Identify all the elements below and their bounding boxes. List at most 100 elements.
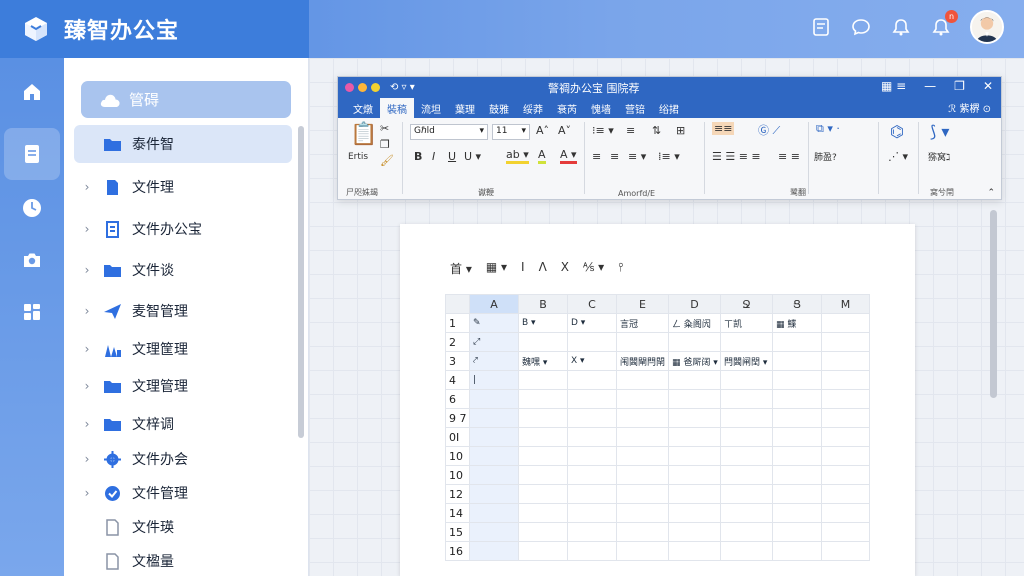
minimize-icon[interactable]: —	[924, 79, 936, 93]
grid-cell[interactable]: ✎	[469, 313, 519, 333]
grid-cell[interactable]	[567, 370, 617, 390]
grid-cell[interactable]	[668, 484, 721, 504]
grid-cell[interactable]	[616, 541, 669, 561]
grid-cell[interactable]	[469, 408, 519, 428]
grid-cell[interactable]	[518, 370, 568, 390]
italic-button[interactable]: I	[432, 150, 435, 163]
designer-icon[interactable]: ⌬	[890, 122, 904, 141]
grid-cell[interactable]	[469, 389, 519, 409]
grid-cell[interactable]	[821, 503, 870, 523]
ribbon-tab[interactable]: 葉理	[448, 98, 482, 118]
grid-cell[interactable]	[469, 541, 519, 561]
row-header[interactable]: 10	[445, 465, 470, 485]
grid-cell[interactable]	[772, 332, 822, 352]
grid-cell[interactable]	[616, 522, 669, 542]
rail-home[interactable]	[0, 66, 64, 118]
grid-cell[interactable]	[469, 484, 519, 504]
grid-cell[interactable]: ⤢	[469, 332, 519, 352]
grid-cell[interactable]	[668, 427, 721, 447]
grid-cell[interactable]	[772, 370, 822, 390]
row-header[interactable]: 0I	[445, 427, 470, 447]
rail-recent[interactable]	[0, 182, 64, 234]
cloud-button[interactable]: 管碍	[81, 81, 291, 118]
workspace-scrollbar[interactable]	[990, 210, 997, 398]
grid-cell[interactable]	[821, 522, 870, 542]
grid-cell[interactable]	[668, 332, 721, 352]
sidebar-item[interactable]: › 文梓调	[74, 405, 292, 443]
format-painter-icon[interactable]: 🖌	[380, 154, 394, 167]
align-center-icon[interactable]: ≡	[610, 150, 619, 163]
grid-cell[interactable]	[821, 446, 870, 466]
grid-cell[interactable]	[518, 332, 568, 352]
row-header[interactable]: 10	[445, 446, 470, 466]
grid-cell[interactable]	[567, 484, 617, 504]
chevron-right-icon[interactable]: ›	[78, 379, 96, 393]
chevron-right-icon[interactable]: ›	[78, 486, 96, 500]
align-left-icon[interactable]: ≡	[592, 150, 601, 163]
grid-cell[interactable]	[772, 522, 822, 542]
mini-toolbar-button[interactable]: ⫯	[618, 260, 623, 277]
sidebar-item[interactable]: › 文件谈	[74, 251, 292, 289]
mini-toolbar-button[interactable]: ▦ ▾	[486, 260, 507, 277]
sidebar-item[interactable]: 文楹量	[74, 542, 292, 576]
sort-icon[interactable]: ⇅	[652, 124, 661, 137]
border-icon[interactable]: ⊞	[676, 124, 685, 137]
row-header[interactable]: 1	[445, 313, 470, 333]
font-size-select[interactable]: 11 ▾	[492, 124, 530, 140]
mini-toolbar-button[interactable]: Λ	[539, 260, 547, 277]
grid-cell[interactable]	[518, 541, 568, 561]
notification-bell-icon[interactable]: n	[930, 10, 958, 38]
chevron-right-icon[interactable]: ›	[78, 263, 96, 277]
chat-icon[interactable]	[850, 16, 872, 38]
underline-button[interactable]: U	[448, 150, 456, 163]
quick-access-icon[interactable]: ⟲ ▿ ▾	[390, 82, 415, 93]
grid-cell[interactable]	[469, 427, 519, 447]
copy-icon[interactable]: ❐	[380, 138, 390, 151]
grid-cell[interactable]	[616, 427, 669, 447]
chevron-right-icon[interactable]: ›	[78, 452, 96, 466]
sidebar-item[interactable]: 泰件智	[74, 125, 292, 163]
align-right-icon[interactable]: ≡ ▾	[628, 150, 646, 163]
column-header[interactable]: M	[821, 294, 870, 314]
row-header[interactable]: 9 7	[445, 408, 470, 428]
bold-button[interactable]: B	[414, 150, 422, 163]
grid-cell[interactable]	[720, 484, 773, 504]
grid-cell[interactable]	[772, 427, 822, 447]
grid-cell[interactable]	[720, 408, 773, 428]
grid-cell[interactable]: 閂閪闸閏 ▾	[720, 351, 773, 371]
font-color-icon[interactable]: A	[538, 148, 546, 164]
grid-cell[interactable]	[821, 370, 870, 390]
ribbon-tab[interactable]: 绤捃	[652, 98, 686, 118]
collapse-ribbon-icon[interactable]: ⌃	[987, 188, 995, 198]
grid-cell[interactable]	[720, 541, 773, 561]
grid-cell[interactable]	[616, 446, 669, 466]
sidebar-item[interactable]: › 麦智管理	[74, 292, 292, 330]
column-header[interactable]: B	[518, 294, 568, 314]
row-header[interactable]: 12	[445, 484, 470, 504]
style-normal-icon[interactable]: ≡≡	[712, 122, 735, 135]
grid-cell[interactable]	[469, 446, 519, 466]
grid-cell[interactable]	[616, 408, 669, 428]
column-header[interactable]: Ջ	[720, 294, 773, 314]
grid-cell[interactable]	[518, 503, 568, 523]
grid-cell[interactable]	[821, 465, 870, 485]
grid-cell[interactable]	[772, 503, 822, 523]
row-header[interactable]: 2	[445, 332, 470, 352]
sidebar-item[interactable]: › 文理筐理	[74, 330, 292, 368]
row-header[interactable]: 3	[445, 351, 470, 371]
ribbon-tab[interactable]: 流坦	[414, 98, 448, 118]
select-all-corner[interactable]	[445, 294, 470, 314]
grid-cell[interactable]	[668, 541, 721, 561]
grid-cell[interactable]	[772, 446, 822, 466]
grid-cell[interactable]	[567, 427, 617, 447]
avatar[interactable]	[970, 10, 1004, 44]
ribbon-search[interactable]: ℛ 紫楐 ⊙	[938, 97, 1001, 118]
ribbon-tab[interactable]: 愧墙	[584, 98, 618, 118]
grid-cell[interactable]	[720, 446, 773, 466]
font-name-select[interactable]: Gℏld ▾	[410, 124, 488, 140]
grid-cell[interactable]	[567, 522, 617, 542]
grid-cell[interactable]: ⤤	[469, 351, 519, 371]
mini-toolbar-button[interactable]: I	[521, 260, 525, 277]
shrink-font-icon[interactable]: A˅	[558, 124, 571, 137]
grid-cell[interactable]	[567, 332, 617, 352]
